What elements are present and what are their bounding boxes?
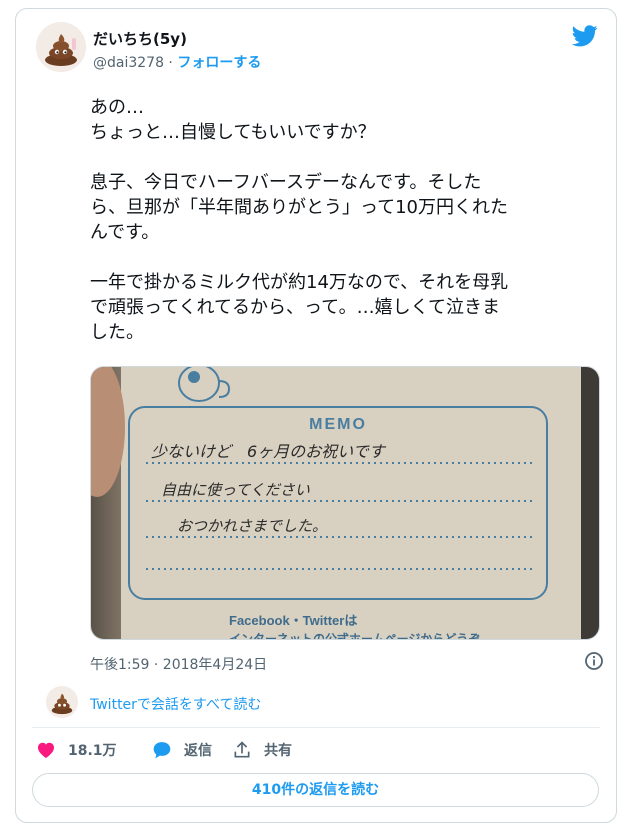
memo-title: MEMO [309,416,367,433]
like-button[interactable]: 18.1万 [36,737,117,763]
tweet-photo[interactable]: MEMO 少ないけど 6ヶ月のお祝いです 自由に使ってください おつかれさまでし… [90,366,600,640]
twitter-bird-icon[interactable] [572,25,598,47]
read-conversation-label[interactable]: Twitterで会話をすべて読む [90,694,261,714]
author-avatar[interactable] [36,22,86,72]
share-upload-icon [234,741,250,758]
follow-link[interactable]: フォローする [177,55,261,71]
memo-photo-image: MEMO 少ないけど 6ヶ月のお祝いです 自由に使ってください おつかれさまでし… [91,367,599,640]
tweet-text: あの… ちょっと…自慢してもいいですか？ 息子、今日でハーフバースデーなんです。… [90,97,509,343]
mini-avatar [46,686,78,718]
author-handle-row: @dai3278 · フォローする [93,52,261,72]
info-icon[interactable] [584,651,604,671]
read-replies-button[interactable]: 410件の返信を読む [32,773,599,807]
reply-button[interactable]: 返信 [152,737,212,763]
reply-label: 返信 [184,743,212,759]
author-handle[interactable]: @dai3278 [93,55,164,71]
memo-line-2: 自由に使ってください [161,481,310,499]
tweet-timestamp[interactable]: 午後1:59 · 2018年4月24日 [90,654,267,674]
memo-line-3: おつかれさまでした。 [177,517,327,535]
author-name[interactable]: だいちち(5y) [93,28,187,49]
separator-dot: · [163,55,178,71]
share-button[interactable]: 共有 [232,737,292,763]
action-bar: 18.1万 返信 共有 [36,737,596,763]
memo-line-1: 少ないけど 6ヶ月のお祝いです [151,442,387,461]
divider [32,727,600,728]
memo-footer-2: インターネットの公式ホームページからどうぞ [229,631,480,640]
poop-avatar-icon [46,686,78,718]
poop-avatar-icon [36,22,86,72]
heart-icon [38,742,54,758]
read-conversation-link[interactable]: Twitterで会話をすべて読む [46,684,606,720]
share-label: 共有 [264,743,292,759]
speech-bubble-icon [153,742,171,759]
like-count: 18.1万 [68,743,117,759]
tweet-card: だいちち(5y) @dai3278 · フォローする あの… ちょっと…自慢して… [15,8,617,823]
memo-footer: Facebook・Twitterは [229,613,357,628]
